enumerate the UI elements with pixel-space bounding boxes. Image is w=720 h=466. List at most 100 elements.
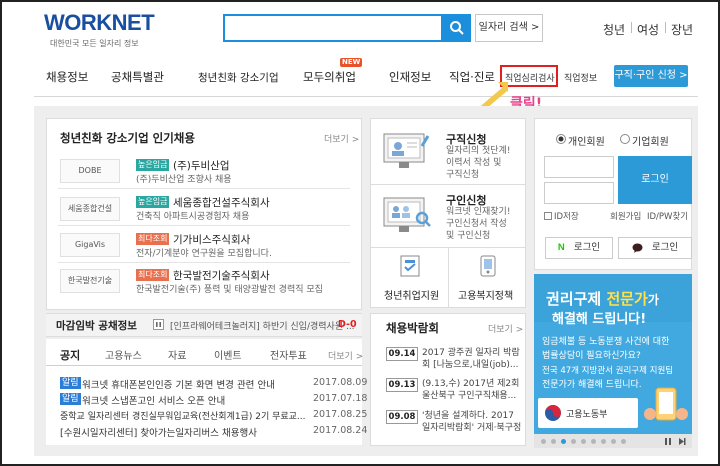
pager-dot[interactable] — [611, 439, 616, 444]
save-id-label[interactable]: ID저장 — [554, 210, 579, 222]
radio-checked-icon[interactable] — [556, 134, 566, 144]
notice-more-link[interactable]: 더보기 > — [328, 349, 363, 362]
apply-button[interactable]: 구직·구인 신청 > — [614, 65, 688, 87]
company-desc[interactable]: 건축직 아파트시공경험자 채용 — [136, 209, 249, 222]
search-input[interactable] — [223, 14, 443, 42]
company-name[interactable]: 세움종합건설주식회사 — [173, 195, 270, 210]
popular-more-link[interactable]: 더보기 > — [324, 132, 359, 145]
company-logo[interactable]: GigaVis — [60, 233, 120, 257]
expo-item[interactable]: 2017 광주권 일자리 박람 — [422, 347, 520, 359]
pause-icon[interactable] — [153, 319, 164, 330]
pager-dot[interactable] — [581, 439, 586, 444]
expo-item[interactable]: 회 [나눔으로,내일(job)... — [422, 359, 519, 371]
pager-dot[interactable] — [601, 439, 606, 444]
company-logo[interactable]: DOBE — [60, 159, 120, 183]
tab-news[interactable]: 고용뉴스 — [105, 347, 142, 362]
id-input[interactable] — [544, 156, 614, 178]
tab-data[interactable]: 자료 — [168, 347, 186, 362]
youth-support-icon — [400, 255, 420, 277]
expo-date: 09.13 — [386, 378, 418, 392]
job-offer-desc: 워크넷 인재찾기! — [446, 207, 511, 217]
welfare-policy-link[interactable]: 고용복지정책 — [458, 287, 513, 302]
pager-dot[interactable] — [551, 439, 556, 444]
pager-dot[interactable] — [541, 439, 546, 444]
expo-item[interactable]: 울산북구 구인구직채용... — [422, 390, 516, 402]
naver-icon: N — [557, 242, 565, 253]
banner-text: 전문가가 해결해 드립니다. — [542, 380, 642, 390]
company-logo[interactable]: 한국발전기술 — [60, 269, 120, 293]
pager-dot[interactable] — [621, 439, 626, 444]
search-button[interactable] — [443, 14, 471, 42]
new-badge: NEW — [340, 58, 363, 67]
search-icon — [450, 21, 464, 35]
expo-item[interactable]: 일자리박람회' 거제·북구정 — [422, 422, 521, 434]
kakao-icon — [632, 243, 643, 253]
company-logo[interactable]: 세움종합건설 — [60, 197, 120, 221]
tab-notice[interactable]: 공지 — [60, 347, 80, 363]
expo-item[interactable]: '청년을 설계하다. 2017 — [422, 410, 514, 422]
banner-text: 전국 47개 지방관서 권리구제 지원팀 — [542, 366, 674, 376]
job-search-button[interactable]: 일자리 검색 > — [475, 14, 543, 42]
kakao-login-label: 로그인 — [651, 242, 679, 253]
top-link-women[interactable]: 여성 — [637, 21, 659, 38]
row-divider — [58, 225, 350, 226]
job-seek-desc: 이력서 작성 및 — [446, 158, 502, 168]
notice-item[interactable]: [수원시일자리센터] 찾아가는일자리버스 채용행사 — [60, 425, 257, 439]
company-badge: 높은임금 — [136, 196, 170, 208]
pager-dot[interactable] — [591, 439, 596, 444]
expo-item[interactable]: (9.13,수) 2017년 제2회 — [422, 378, 519, 390]
naver-login-label: 로그인 — [573, 242, 601, 253]
worknet-logo[interactable]: WORKNET 대한민국 모든 일자리 정보 — [44, 10, 155, 50]
company-badge: 높은임금 — [136, 159, 170, 171]
banner-text: 임금체불 등 노동분쟁 사건에 대한 — [542, 337, 670, 347]
nav-job-info[interactable]: 직업정보 — [564, 71, 597, 84]
company-desc[interactable]: (주)두비산업 조향사 채용 — [136, 172, 232, 185]
naver-login-button[interactable]: N 로그인 — [545, 237, 613, 259]
job-offer-desc: 및 구인신청 — [446, 231, 491, 241]
company-name[interactable]: 한국발전기술주식회사 — [173, 268, 270, 283]
pager-dot-active[interactable] — [561, 439, 566, 444]
find-account-link[interactable]: ID/PW찾기 — [647, 210, 688, 222]
radio-corp-label[interactable]: 기업회원 — [632, 133, 669, 148]
company-desc[interactable]: 전자/기계분야 연구원을 모집합니다. — [136, 246, 272, 259]
job-seek-desc: 구직신청 — [446, 170, 480, 180]
nav-recruit-info[interactable]: 채용정보 — [46, 69, 88, 85]
tab-event[interactable]: 이벤트 — [214, 347, 242, 362]
pause-icon[interactable] — [664, 437, 673, 446]
pager-dot[interactable] — [571, 439, 576, 444]
top-link-senior[interactable]: 장년 — [671, 21, 693, 38]
rights-relief-banner[interactable]: 권리구제 전문가가 해결해 드립니다! 임금체불 등 노동분쟁 사건에 대한 법… — [534, 274, 692, 434]
banner-title: 권리구제 전문가가 — [546, 290, 659, 308]
login-button[interactable]: 로그인 — [618, 156, 692, 204]
deadline-text[interactable]: [인프라웨어테크놀러지] 하반기 신입/경력사원 ... — [170, 319, 355, 332]
notice-tag: 알림 — [60, 393, 81, 405]
top-link-youth[interactable]: 청년 — [603, 21, 625, 38]
kakao-login-button[interactable]: 로그인 — [618, 237, 692, 259]
nav-employment-for-all[interactable]: 모두의취업 — [303, 69, 356, 85]
company-name[interactable]: 기가비스주식회사 — [173, 232, 250, 247]
nav-youth-company[interactable]: 청년친화 강소기업 — [198, 70, 279, 85]
notice-item[interactable]: 워크넷 휴대폰본인인증 기본 화면 변경 관련 안내 — [82, 377, 275, 391]
logo-subtitle: 대한민국 모든 일자리 정보 — [50, 39, 139, 48]
notice-item[interactable]: 워크넷 스냅폰고인 서비스 오픈 안내 — [82, 393, 225, 407]
checkbox-icon[interactable] — [544, 212, 552, 220]
job-offer-icon — [383, 197, 431, 232]
next-icon[interactable] — [678, 437, 687, 446]
radio-unchecked-icon[interactable] — [620, 134, 630, 144]
notice-item[interactable]: 중학교 일자리센터 경진실무워입교육(전산회계1급) 2기 무료교... — [60, 409, 306, 422]
expo-more-link[interactable]: 더보기 > — [488, 322, 523, 335]
nav-public-recruit[interactable]: 공채특별관 — [111, 69, 164, 85]
row-divider — [58, 188, 350, 189]
join-link[interactable]: 회원가입 — [610, 210, 641, 222]
password-input[interactable] — [544, 182, 614, 204]
radio-personal-label[interactable]: 개인회원 — [568, 133, 605, 148]
nav-psych-test[interactable]: 직업심리검사 — [505, 71, 555, 84]
nav-talent-info[interactable]: 인재정보 — [389, 69, 431, 85]
youth-support-link[interactable]: 청년취업지원 — [384, 287, 439, 302]
banner-text: 법률상담이 필요하신가요? — [542, 351, 641, 361]
company-desc[interactable]: 한국발전기술(주) 풍력 및 태양광발전 경력직 모집 — [136, 282, 323, 295]
expo-date: 09.14 — [386, 347, 418, 361]
tab-evote[interactable]: 전자투표 — [270, 347, 307, 362]
hands-phone-icon — [644, 387, 688, 421]
company-name[interactable]: (주)두비산업 — [173, 158, 230, 173]
